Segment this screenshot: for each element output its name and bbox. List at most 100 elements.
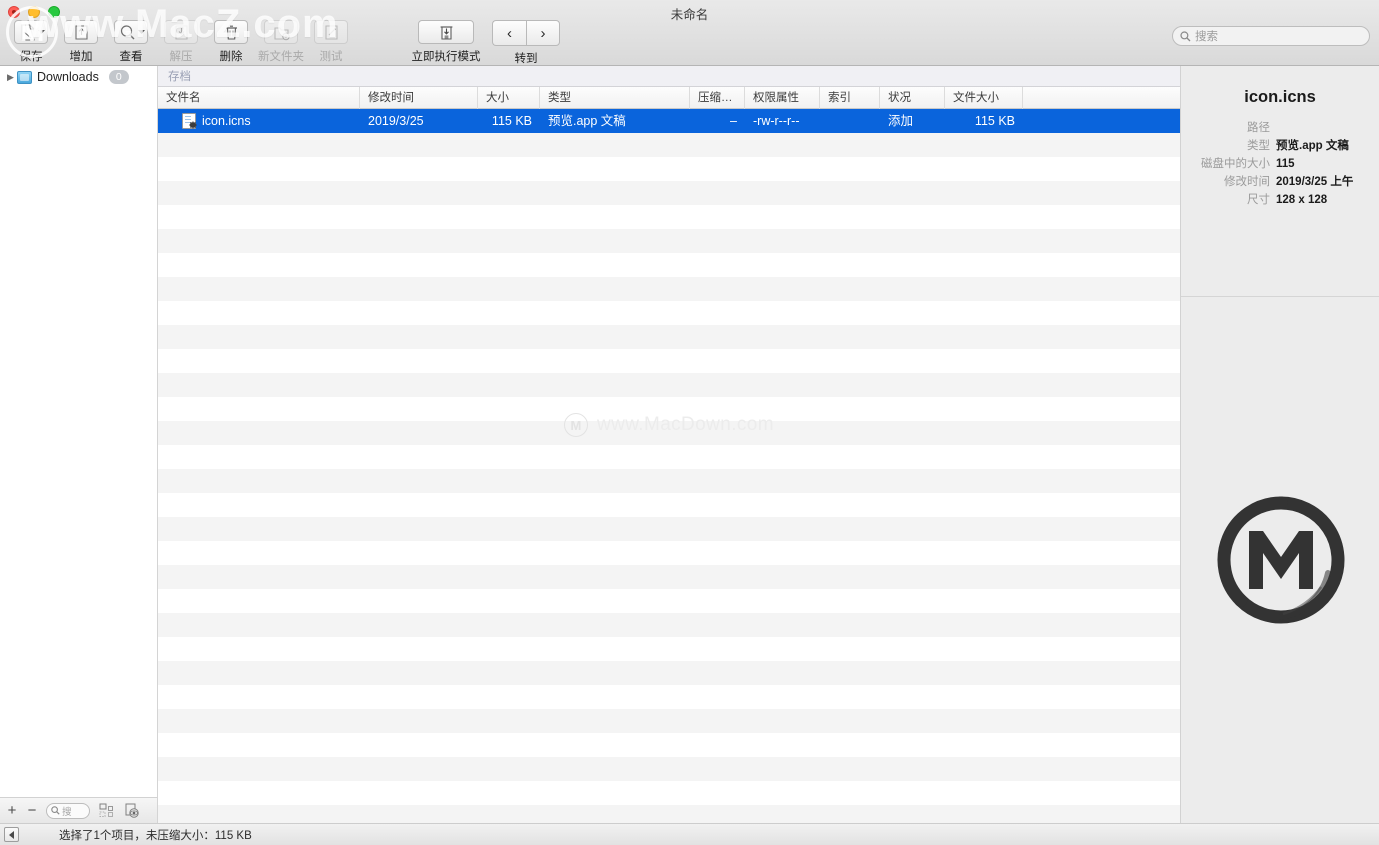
cell-size <box>478 349 540 373</box>
toolbar-button-save[interactable]: 保存 <box>6 20 56 64</box>
cell-compression <box>690 133 745 157</box>
column-header-modified[interactable]: 修改时间 <box>360 87 478 109</box>
table-row-empty[interactable] <box>158 349 1180 373</box>
toolbar-button-add[interactable]: 增加 <box>56 20 106 64</box>
column-header-type[interactable]: 类型 <box>540 87 690 109</box>
cell-size <box>478 709 540 733</box>
table-row-empty[interactable] <box>158 733 1180 757</box>
cell-index <box>820 181 880 205</box>
table-row-empty[interactable] <box>158 541 1180 565</box>
table-row-empty[interactable] <box>158 397 1180 421</box>
cell-status <box>880 637 945 661</box>
toolbar-button-immediate-mode[interactable]: 立即执行模式 <box>404 20 488 64</box>
toolbar-button-extract[interactable]: 解压 <box>156 20 206 64</box>
table-row-empty[interactable] <box>158 805 1180 823</box>
toolbar-button-test[interactable]: 测试 <box>306 20 356 64</box>
table-row-empty[interactable] <box>158 661 1180 685</box>
cell-name: icon.icns <box>158 109 360 133</box>
table-row-empty[interactable] <box>158 277 1180 301</box>
cell-spare <box>1023 277 1180 301</box>
toolbar-button-delete[interactable]: 删除 <box>206 20 256 64</box>
table-row-empty[interactable] <box>158 637 1180 661</box>
column-header-compression[interactable]: 压缩… <box>690 87 745 109</box>
search-icon <box>1180 30 1191 41</box>
table-row-empty[interactable] <box>158 757 1180 781</box>
breadcrumb-item-archive[interactable]: 存档 <box>168 68 191 84</box>
cell-permissions <box>745 325 820 349</box>
sidebar-item-label: Downloads <box>37 70 99 84</box>
cell-modified <box>360 469 478 493</box>
sidebar-search-placeholder: 搜 <box>62 806 72 818</box>
sidebar-item-downloads[interactable]: ▶ Downloads 0 <box>0 66 157 88</box>
cell-type <box>540 733 690 757</box>
cell-compression <box>690 661 745 685</box>
add-button[interactable]: + <box>6 803 18 818</box>
column-header-size[interactable]: 大小 <box>478 87 540 109</box>
cell-name <box>158 445 360 469</box>
table-row-empty[interactable] <box>158 493 1180 517</box>
cell-permissions <box>745 685 820 709</box>
cell-spare <box>1023 589 1180 613</box>
search-input[interactable]: 搜索 <box>1172 26 1370 46</box>
info-key: 磁盘中的大小 <box>1201 158 1270 170</box>
table-row-empty[interactable] <box>158 181 1180 205</box>
info-value: 115 <box>1276 158 1295 170</box>
table-row-empty[interactable] <box>158 781 1180 805</box>
table-row-empty[interactable] <box>158 301 1180 325</box>
column-header-index[interactable]: 索引 <box>820 87 880 109</box>
cell-index <box>820 493 880 517</box>
column-header-spare[interactable] <box>1023 87 1180 109</box>
table-row-empty[interactable] <box>158 157 1180 181</box>
cell-type <box>540 277 690 301</box>
table-row-empty[interactable] <box>158 685 1180 709</box>
column-header-name[interactable]: 文件名 <box>158 87 360 109</box>
table-row-empty[interactable] <box>158 709 1180 733</box>
column-header-filesize[interactable]: 文件大小 <box>945 87 1023 109</box>
table-row-empty[interactable] <box>158 133 1180 157</box>
table-row-empty[interactable] <box>158 325 1180 349</box>
table-row-empty[interactable] <box>158 469 1180 493</box>
remove-button[interactable]: − <box>26 803 38 818</box>
column-header-status[interactable]: 状况 <box>880 87 945 109</box>
cell-status <box>880 613 945 637</box>
chevron-right-icon[interactable]: ▶ <box>5 72 16 83</box>
cell-permissions <box>745 133 820 157</box>
preview-eye-icon[interactable] <box>123 802 140 819</box>
cell-status <box>880 373 945 397</box>
table-row-empty[interactable] <box>158 445 1180 469</box>
column-header-permissions[interactable]: 权限属性 <box>745 87 820 109</box>
table-row-empty[interactable] <box>158 613 1180 637</box>
table-row-empty[interactable] <box>158 205 1180 229</box>
tree-view-icon[interactable] <box>98 802 115 819</box>
cell-compression <box>690 301 745 325</box>
table-row-empty[interactable] <box>158 517 1180 541</box>
cell-filesize <box>945 637 1023 661</box>
cell-size <box>478 589 540 613</box>
collapse-left-icon[interactable] <box>4 827 19 842</box>
toolbar-button-new-folder[interactable]: 新文件夹 <box>256 20 306 64</box>
cell-type <box>540 541 690 565</box>
cell-index <box>820 205 880 229</box>
cell-size <box>478 205 540 229</box>
toolbar-label: 新文件夹 <box>258 51 304 63</box>
toolbar-button-view[interactable]: 查看 <box>106 20 156 64</box>
cell-name <box>158 181 360 205</box>
sidebar-search-input[interactable]: 搜 <box>46 802 90 819</box>
table-row-empty[interactable] <box>158 229 1180 253</box>
cell-type <box>540 373 690 397</box>
cell-filesize <box>945 541 1023 565</box>
cell-filesize <box>945 733 1023 757</box>
chevron-left-icon[interactable]: ‹ <box>492 20 526 46</box>
table-row-empty[interactable] <box>158 373 1180 397</box>
cell-modified <box>360 373 478 397</box>
cell-compression <box>690 373 745 397</box>
chevron-right-icon[interactable]: › <box>526 20 560 46</box>
folder-icon <box>17 70 32 84</box>
cell-status <box>880 421 945 445</box>
table-row[interactable]: icon.icns 2019/3/25 115 KB 预览.app 文稿 – -rw-r-… <box>158 109 1180 133</box>
table-row-empty[interactable] <box>158 565 1180 589</box>
table-row-empty[interactable] <box>158 589 1180 613</box>
table-row-empty[interactable] <box>158 421 1180 445</box>
breadcrumb[interactable]: 存档 <box>158 66 1180 87</box>
table-row-empty[interactable] <box>158 253 1180 277</box>
